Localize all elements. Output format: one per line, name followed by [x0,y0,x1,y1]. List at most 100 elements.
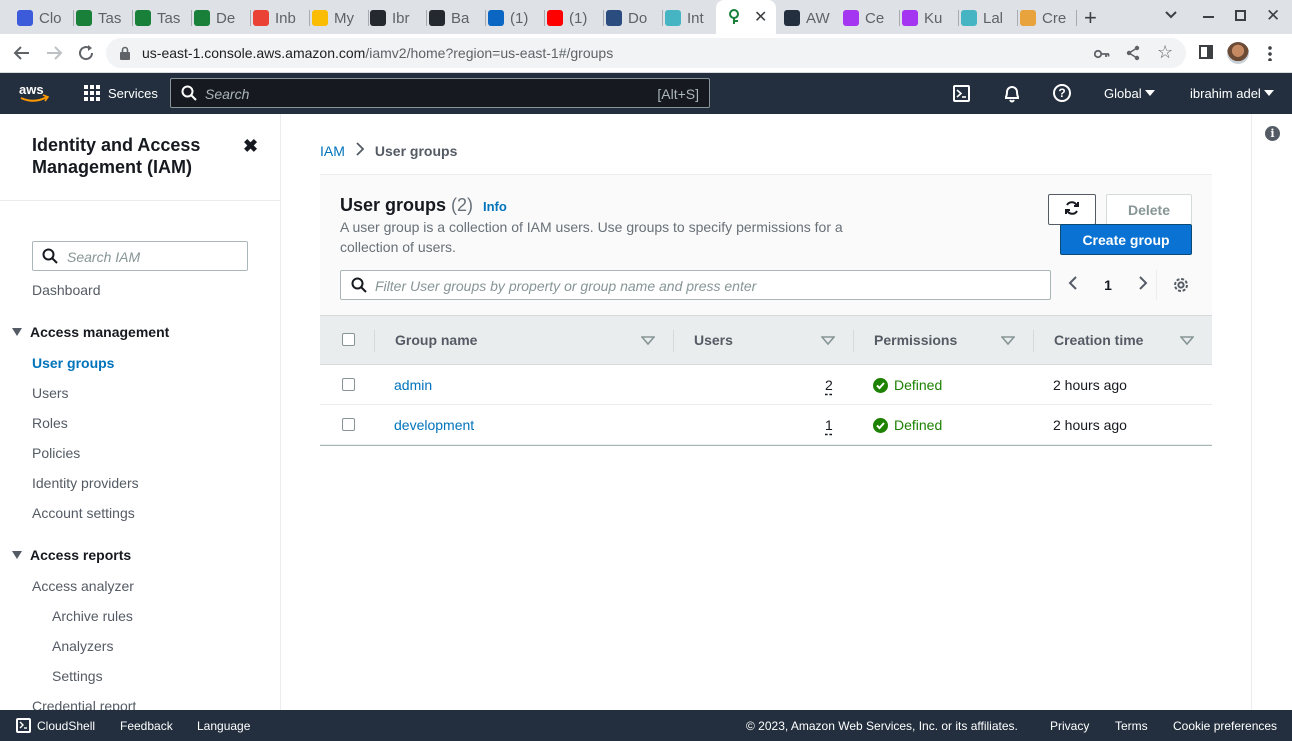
browser-tab[interactable]: Do [606,6,658,30]
close-tab-icon[interactable]: ✕ [754,7,767,27]
browser-menu-icon[interactable] [1268,45,1272,61]
chevron-right-icon [355,142,365,159]
feedback-link[interactable]: Feedback [120,719,173,733]
info-icon[interactable]: i [1265,126,1280,141]
aws-search-input[interactable]: Search [Alt+S] [170,78,710,108]
sidebar-title[interactable]: Identity and Access Management (IAM) [32,134,232,178]
info-link[interactable]: Info [483,199,507,214]
services-menu[interactable]: Services [108,86,158,101]
refresh-button[interactable] [1048,194,1096,225]
sidebar-item-account-settings[interactable]: Account settings [32,505,135,521]
sort-caret-icon[interactable] [1180,336,1194,346]
delete-button[interactable]: Delete [1106,194,1192,225]
sort-caret-icon[interactable] [821,336,835,346]
row-checkbox[interactable] [342,378,355,391]
browser-tab[interactable]: Tas [135,6,187,30]
browser-tab[interactable]: Cre [1020,6,1072,30]
url-text[interactable]: us-east-1.console.aws.amazon.com/iamv2/h… [142,45,613,61]
terms-link[interactable]: Terms [1115,719,1148,733]
sidebar-item-user-groups[interactable]: User groups [32,355,114,371]
section-access-management[interactable]: Access management [12,324,169,340]
browser-tab[interactable]: AW [784,6,836,30]
active-tab[interactable]: ✕ [716,0,776,34]
browser-tab[interactable]: Ce [843,6,895,30]
cloudshell-icon[interactable] [16,718,31,733]
current-page[interactable]: 1 [1104,277,1112,293]
group-count: (2) [451,195,474,215]
notifications-bell-icon[interactable] [1003,84,1021,108]
sidebar-item-dashboard[interactable]: Dashboard [32,282,101,298]
sidebar-item-archive-rules[interactable]: Archive rules [52,608,133,624]
group-name-link[interactable]: development [394,417,474,433]
next-page-icon[interactable] [1138,275,1148,296]
previous-page-icon[interactable] [1068,275,1078,296]
filter-groups-input[interactable]: Filter User groups by property or group … [340,270,1051,300]
browser-tab[interactable]: Lal [961,6,1013,30]
browser-tab[interactable]: Inb [253,6,305,30]
breadcrumb-iam[interactable]: IAM [320,143,345,159]
users-count[interactable]: 2 [825,377,833,393]
iam-search-input[interactable]: Search IAM [32,241,248,271]
account-menu[interactable]: ibrahim adel [1190,86,1261,101]
browser-tab[interactable]: (1) [488,6,540,30]
column-group-name[interactable]: Group name [395,332,477,348]
browser-tab[interactable]: Clo [17,6,69,30]
create-group-button[interactable]: Create group [1060,224,1192,255]
column-creation-time[interactable]: Creation time [1054,332,1143,348]
sidebar-item-users[interactable]: Users [32,385,69,401]
back-icon[interactable] [13,44,31,67]
table-row[interactable]: development 1 Defined 2 hours ago [320,405,1212,445]
forward-icon[interactable] [45,44,63,67]
sidebar-item-credential-report[interactable]: Credential report [32,698,136,710]
aws-logo[interactable]: aws [18,82,50,109]
sidebar-item-roles[interactable]: Roles [32,415,68,431]
share-icon[interactable] [1126,45,1140,66]
privacy-link[interactable]: Privacy [1050,719,1089,733]
select-all-checkbox[interactable] [342,333,355,346]
browser-tab[interactable]: Tas [76,6,128,30]
services-grid-icon[interactable] [84,85,100,106]
new-tab-icon[interactable]: + [1084,5,1097,31]
sidebar-item-identity-providers[interactable]: Identity providers [32,475,139,491]
column-permissions[interactable]: Permissions [874,332,957,348]
browser-tab[interactable]: Ku [902,6,954,30]
group-name-link[interactable]: admin [394,377,432,393]
browser-tab[interactable]: Ba [429,6,481,30]
password-key-icon[interactable] [1093,47,1110,65]
minimize-icon[interactable] [1203,16,1214,18]
users-count[interactable]: 1 [825,417,833,433]
reload-icon[interactable] [77,44,95,67]
cloudshell-icon[interactable] [953,85,970,102]
cloudshell-link[interactable]: CloudShell [37,719,95,733]
sidebar-item-analyzers[interactable]: Analyzers [52,638,113,654]
lock-icon[interactable] [120,46,130,65]
row-checkbox[interactable] [342,418,355,431]
bookmark-star-icon[interactable]: ☆ [1157,42,1173,63]
cookie-preferences-link[interactable]: Cookie preferences [1173,719,1277,733]
close-sidebar-icon[interactable]: ✖ [243,136,258,157]
help-icon[interactable]: ? [1053,84,1071,102]
close-window-icon[interactable]: ✕ [1266,6,1280,26]
gear-icon[interactable] [1172,276,1190,299]
section-access-reports[interactable]: Access reports [12,547,131,563]
table-row[interactable]: admin 2 Defined 2 hours ago [320,365,1212,405]
language-link[interactable]: Language [197,719,250,733]
browser-tab[interactable]: My [312,6,364,30]
browser-tab[interactable]: Int [665,6,717,30]
sidebar-divider [0,200,280,201]
sidebar-item-settings[interactable]: Settings [52,668,103,684]
check-circle-icon [873,377,888,393]
profile-avatar[interactable] [1227,42,1249,64]
column-users[interactable]: Users [694,332,733,348]
tab-search-icon[interactable] [1164,8,1178,27]
browser-tab[interactable]: Ibr [370,6,422,30]
sidebar-item-policies[interactable]: Policies [32,445,80,461]
sort-caret-icon[interactable] [1001,336,1015,346]
browser-tab[interactable]: De [194,6,246,30]
sort-caret-icon[interactable] [641,336,655,346]
sidebar-item-access-analyzer[interactable]: Access analyzer [32,578,134,594]
browser-tab[interactable]: (1) [547,6,599,30]
side-panel-icon[interactable] [1199,45,1213,59]
restore-icon[interactable] [1235,10,1246,21]
region-selector[interactable]: Global [1104,86,1142,101]
